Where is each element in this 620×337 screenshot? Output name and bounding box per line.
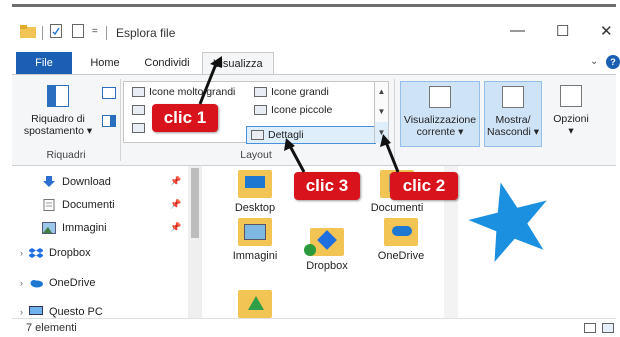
current-view-icon	[429, 86, 451, 108]
options-label: Opzioni	[553, 113, 589, 125]
nav-item-download[interactable]: Download	[42, 176, 111, 188]
dropbox-icon	[28, 247, 44, 259]
nav-item-this-pc[interactable]: › Questo PC	[20, 306, 103, 318]
app-folder-icon	[20, 24, 36, 41]
expand-chevron-icon[interactable]: ›	[20, 248, 23, 258]
list-icon	[132, 123, 145, 134]
current-view-label-2: corrente ▾	[416, 126, 464, 138]
ribbon-tabs: File Home Condividi Visualizza ⌄ ?	[12, 52, 620, 75]
nav-item-documents[interactable]: Documenti	[42, 199, 115, 212]
layout-large-icons[interactable]: Icone grandi	[254, 86, 329, 98]
ribbon-separator	[120, 79, 121, 161]
desktop-folder-icon	[238, 170, 272, 198]
small-icons-icon	[254, 105, 267, 116]
nav-item-dropbox[interactable]: › Dropbox	[20, 247, 91, 259]
ribbon-view: Riquadro di spostamento ▾ Riquadri Icone…	[12, 74, 616, 166]
callout-clic-3: clic 3	[294, 172, 360, 200]
show-hide-label-2: Nascondi ▾	[487, 126, 539, 138]
layout-medium-icons[interactable]	[132, 104, 149, 116]
navigation-pane-icon	[47, 85, 69, 107]
navigation-pane-button[interactable]: Riquadro di spostamento ▾	[16, 81, 100, 147]
nav-item-onedrive[interactable]: › OneDrive	[20, 277, 95, 289]
titlebar-separator	[106, 26, 107, 40]
layout-list[interactable]	[132, 122, 149, 134]
layout-small-icons[interactable]: Icone piccole	[254, 104, 332, 116]
details-icon	[251, 130, 264, 141]
titlebar-separator	[42, 26, 43, 40]
minimize-button[interactable]: —	[510, 22, 525, 39]
very-large-icons-icon	[132, 87, 145, 98]
nav-item-pictures[interactable]: Immagini	[42, 222, 107, 235]
pin-icon[interactable]: 📌	[170, 176, 181, 187]
customize-toolbar-icon[interactable]: =	[92, 26, 98, 37]
star-icon	[468, 182, 547, 262]
folder-google-drive[interactable]	[218, 290, 292, 318]
folder-pictures[interactable]: Immagini	[218, 218, 292, 262]
layout-group-label: Layout	[240, 149, 272, 161]
details-view-icon[interactable]	[584, 323, 596, 333]
pictures-icon	[42, 222, 56, 235]
panes-group-label: Riquadri	[46, 149, 86, 161]
details-pane-icon[interactable]	[102, 115, 116, 127]
show-hide-button[interactable]: Mostra/ Nascondi ▾	[484, 81, 542, 147]
folder-desktop[interactable]: Desktop	[218, 170, 292, 214]
close-button[interactable]: ✕	[600, 22, 613, 40]
pin-icon[interactable]: 📌	[170, 199, 181, 210]
ribbon-separator	[394, 79, 395, 161]
help-icon[interactable]: ?	[606, 55, 620, 69]
options-arrow: ▾	[568, 125, 574, 137]
current-view-label-1: Visualizzazione	[403, 114, 477, 126]
preview-pane-icon[interactable]	[102, 87, 116, 99]
large-icons-view-icon[interactable]	[602, 323, 614, 333]
show-hide-icon	[502, 86, 524, 108]
details-label: Dettagli	[268, 129, 304, 141]
onedrive-folder-icon	[384, 218, 418, 246]
nav-scrollbar-thumb[interactable]	[191, 168, 199, 238]
pin-icon[interactable]: 📌	[170, 222, 181, 233]
dropbox-folder-icon	[304, 228, 344, 256]
computer-icon	[29, 306, 43, 318]
callout-clic-1: clic 1	[152, 104, 218, 132]
top-border	[12, 4, 616, 7]
callout-clic-2: clic 2	[390, 172, 458, 200]
status-bar: 7 elementi	[12, 318, 616, 337]
navigation-pane-label-2: spostamento ▾	[23, 125, 93, 137]
title-bar: = Esplora file — ☐ ✕	[12, 20, 616, 48]
tab-view[interactable]: Visualizza	[202, 52, 274, 75]
new-folder-icon[interactable]	[72, 24, 84, 41]
large-icons-icon	[254, 87, 267, 98]
gallery-scroll-down[interactable]: ▼	[374, 102, 388, 122]
tab-home[interactable]: Home	[78, 52, 132, 74]
tab-share[interactable]: Condividi	[134, 52, 200, 74]
item-count: 7 elementi	[26, 322, 77, 334]
show-hide-label-1: Mostra/	[495, 114, 531, 126]
options-icon	[560, 85, 582, 107]
gallery-expand-button[interactable]: ▼	[374, 122, 388, 143]
layout-very-large-icons[interactable]: Icone molto grandi	[132, 86, 235, 98]
folder-onedrive[interactable]: OneDrive	[364, 218, 438, 262]
layout-details[interactable]: Dettagli	[246, 126, 376, 144]
documents-icon	[42, 199, 56, 212]
sync-check-icon	[304, 244, 316, 256]
google-drive-folder-icon	[238, 290, 272, 318]
current-view-button[interactable]: Visualizzazione corrente ▾	[400, 81, 480, 147]
navigation-pane-label-1: Riquadro di	[31, 113, 85, 125]
pictures-folder-icon	[238, 218, 272, 246]
expand-chevron-icon[interactable]: ›	[20, 307, 23, 317]
folder-dropbox[interactable]: Dropbox	[290, 228, 364, 272]
download-icon	[42, 176, 56, 188]
nav-scrollbar[interactable]	[188, 166, 202, 318]
chevron-down-icon[interactable]: ⌄	[590, 56, 598, 67]
onedrive-icon	[29, 277, 43, 289]
window-title: Esplora file	[116, 26, 176, 40]
options-button[interactable]: Opzioni ▾	[546, 81, 596, 147]
expand-chevron-icon[interactable]: ›	[20, 278, 23, 288]
tab-file[interactable]: File	[16, 52, 72, 74]
medium-icons-icon	[132, 105, 145, 116]
properties-icon[interactable]	[50, 24, 62, 41]
gallery-scroll-up[interactable]: ▲	[374, 82, 388, 102]
maximize-button[interactable]: ☐	[556, 22, 569, 40]
